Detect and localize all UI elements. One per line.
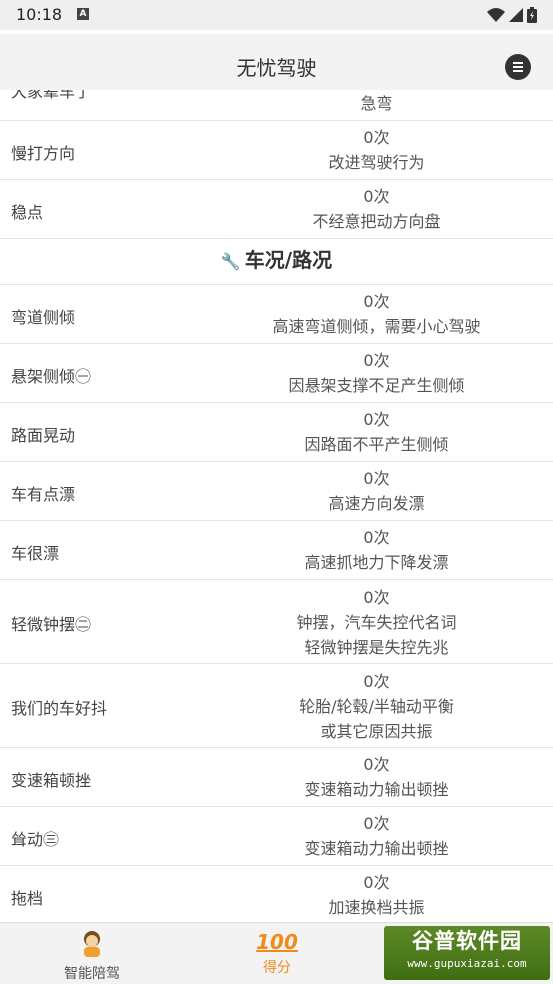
section-header: 🔧 车况/路况 bbox=[0, 239, 553, 285]
item-description: 高速方向发漂 bbox=[328, 494, 425, 513]
page-title: 无忧驾驶 bbox=[236, 56, 317, 80]
item-name: 耸动㊂ bbox=[11, 829, 60, 849]
item-values: 0次因路面不平产生侧倾 bbox=[200, 407, 553, 457]
status-bar: 10:18 A bbox=[0, 0, 553, 30]
section-title: 车况/路况 bbox=[244, 248, 333, 272]
item-values: 0次加速换档共振 bbox=[200, 870, 553, 920]
list-item: 车很漂 0次高速抓地力下降发漂 bbox=[0, 521, 553, 580]
item-values: 0次钟摆，汽车失控代名词 轻微钟摆是失控先兆 bbox=[200, 585, 553, 660]
item-description: 因悬架支撑不足产生侧倾 bbox=[288, 376, 465, 395]
item-count: 0次 bbox=[363, 187, 390, 206]
item-description: 高速抓地力下降发漂 bbox=[304, 553, 449, 572]
item-description: 钟摆，汽车失控代名词 bbox=[296, 613, 457, 632]
item-values: 0次高速弯道侧倾，需要小心驾驶 bbox=[200, 289, 553, 339]
item-values: 0次因悬架支撑不足产生侧倾 bbox=[200, 348, 553, 398]
list-item: 稳点 0次不经意把动方向盘 bbox=[0, 180, 553, 239]
wrench-icon: 🔧 bbox=[220, 252, 241, 271]
item-description: 因路面不平产生侧倾 bbox=[304, 435, 449, 454]
item-name: 车有点漂 bbox=[11, 484, 76, 504]
list-item: 慢打方向 0次改进驾驶行为 bbox=[0, 121, 553, 180]
list-item: 悬架侧倾㊀ 0次因悬架支撑不足产生侧倾 bbox=[0, 344, 553, 403]
item-name: 路面晃动 bbox=[11, 425, 76, 445]
driver-avatar-icon bbox=[84, 931, 100, 957]
item-description: 不经意把动方向盘 bbox=[312, 212, 441, 231]
item-count: 0次 bbox=[363, 469, 390, 488]
item-name: 变速箱顿挫 bbox=[11, 770, 92, 790]
item-count: 0次 bbox=[363, 351, 390, 370]
item-name: 拖档 bbox=[11, 888, 44, 908]
item-description: 改进驾驶行为 bbox=[328, 153, 425, 172]
item-name: 大家辈车了 bbox=[11, 90, 92, 101]
item-name: 弯道侧倾 bbox=[11, 307, 76, 327]
item-count: 0次 bbox=[363, 814, 390, 833]
status-icons bbox=[487, 6, 537, 24]
item-count: 0次 bbox=[363, 292, 390, 311]
item-values: 0次改进驾驶行为 bbox=[200, 125, 553, 175]
item-name: 轻微钟摆㊁ bbox=[11, 615, 92, 634]
item-description: 或其它原因共振 bbox=[320, 722, 433, 741]
item-description: 轮胎/轮毂/半轴动平衡 bbox=[299, 697, 454, 716]
watermark-title: 谷普软件园 bbox=[412, 929, 522, 953]
item-count: 0次 bbox=[363, 128, 390, 147]
item-values: 0次不经意把动方向盘 bbox=[200, 184, 553, 234]
item-count: 0次 bbox=[363, 588, 390, 607]
item-count: 0次 bbox=[363, 873, 390, 892]
score-100-icon: 100 bbox=[256, 930, 298, 954]
list-item: 我们的车好抖 0次轮胎/轮毂/半轴动平衡 或其它原因共振 bbox=[0, 664, 553, 748]
item-values: 0次变速箱动力输出顿挫 bbox=[200, 811, 553, 861]
app-bar: 无忧驾驶 bbox=[0, 30, 553, 90]
item-description: 高速弯道侧倾，需要小心驾驶 bbox=[272, 317, 481, 336]
item-description: 加速换档共振 bbox=[328, 898, 425, 917]
item-values: 0次变速箱动力输出顿挫 bbox=[200, 752, 553, 802]
status-time: 10:18 bbox=[16, 5, 63, 24]
item-name: 车很漂 bbox=[11, 543, 60, 563]
item-values: 0次高速方向发漂 bbox=[200, 466, 553, 516]
item-name: 悬架侧倾㊀ bbox=[11, 366, 92, 386]
item-values: 0次轮胎/轮毂/半轴动平衡 或其它原因共振 bbox=[200, 669, 553, 744]
item-name: 我们的车好抖 bbox=[11, 699, 108, 718]
item-count: 0次 bbox=[363, 672, 390, 691]
list-item: 弯道侧倾 0次高速弯道侧倾，需要小心驾驶 bbox=[0, 285, 553, 344]
item-name: 慢打方向 bbox=[11, 143, 76, 163]
item-description: 轻微钟摆是失控先兆 bbox=[304, 638, 449, 657]
watermark-logo: 谷普软件园 www.gupuxiazai.com bbox=[384, 926, 550, 980]
item-name: 稳点 bbox=[11, 202, 44, 222]
list-item: 变速箱顿挫 0次变速箱动力输出顿挫 bbox=[0, 748, 553, 807]
signal-icon bbox=[509, 8, 523, 22]
item-count: 0次 bbox=[363, 410, 390, 429]
nav-item-score[interactable]: 100 得分 bbox=[217, 929, 337, 977]
item-description: 变速箱动力输出顿挫 bbox=[304, 780, 449, 799]
menu-icon[interactable] bbox=[505, 54, 531, 80]
list-item: 路面晃动 0次因路面不平产生侧倾 bbox=[0, 403, 553, 462]
item-value-line: 急弯 bbox=[360, 94, 393, 113]
battery-icon bbox=[527, 7, 537, 23]
nav-item-smart-companion[interactable]: 智能陪驾 bbox=[32, 929, 152, 983]
list-item: 车有点漂 0次高速方向发漂 bbox=[0, 462, 553, 521]
item-values: 急弯 bbox=[200, 91, 553, 116]
list-item: 轻微钟摆㊁ 0次钟摆，汽车失控代名词 轻微钟摆是失控先兆 bbox=[0, 580, 553, 664]
nav-label: 得分 bbox=[263, 960, 291, 976]
list-item: 耸动㊂ 0次变速箱动力输出顿挫 bbox=[0, 807, 553, 866]
item-count: 0次 bbox=[363, 755, 390, 774]
watermark-url: www.gupuxiazai.com bbox=[407, 957, 527, 970]
wifi-icon bbox=[487, 8, 505, 22]
nav-label: 智能陪驾 bbox=[64, 966, 120, 982]
event-list[interactable]: 大家辈车了 急弯 慢打方向 0次 改进驾驶行为 稳点 0次 不经意把动方向盘 🔧 车况/路况… bbox=[0, 90, 553, 922]
list-item: 拖档 0次加速换档共振 bbox=[0, 866, 553, 922]
notification-a-icon: A bbox=[77, 8, 89, 20]
item-count: 0次 bbox=[363, 528, 390, 547]
item-values: 0次高速抓地力下降发漂 bbox=[200, 525, 553, 575]
list-item: 大家辈车了 急弯 bbox=[0, 90, 553, 121]
item-description: 变速箱动力输出顿挫 bbox=[304, 839, 449, 858]
